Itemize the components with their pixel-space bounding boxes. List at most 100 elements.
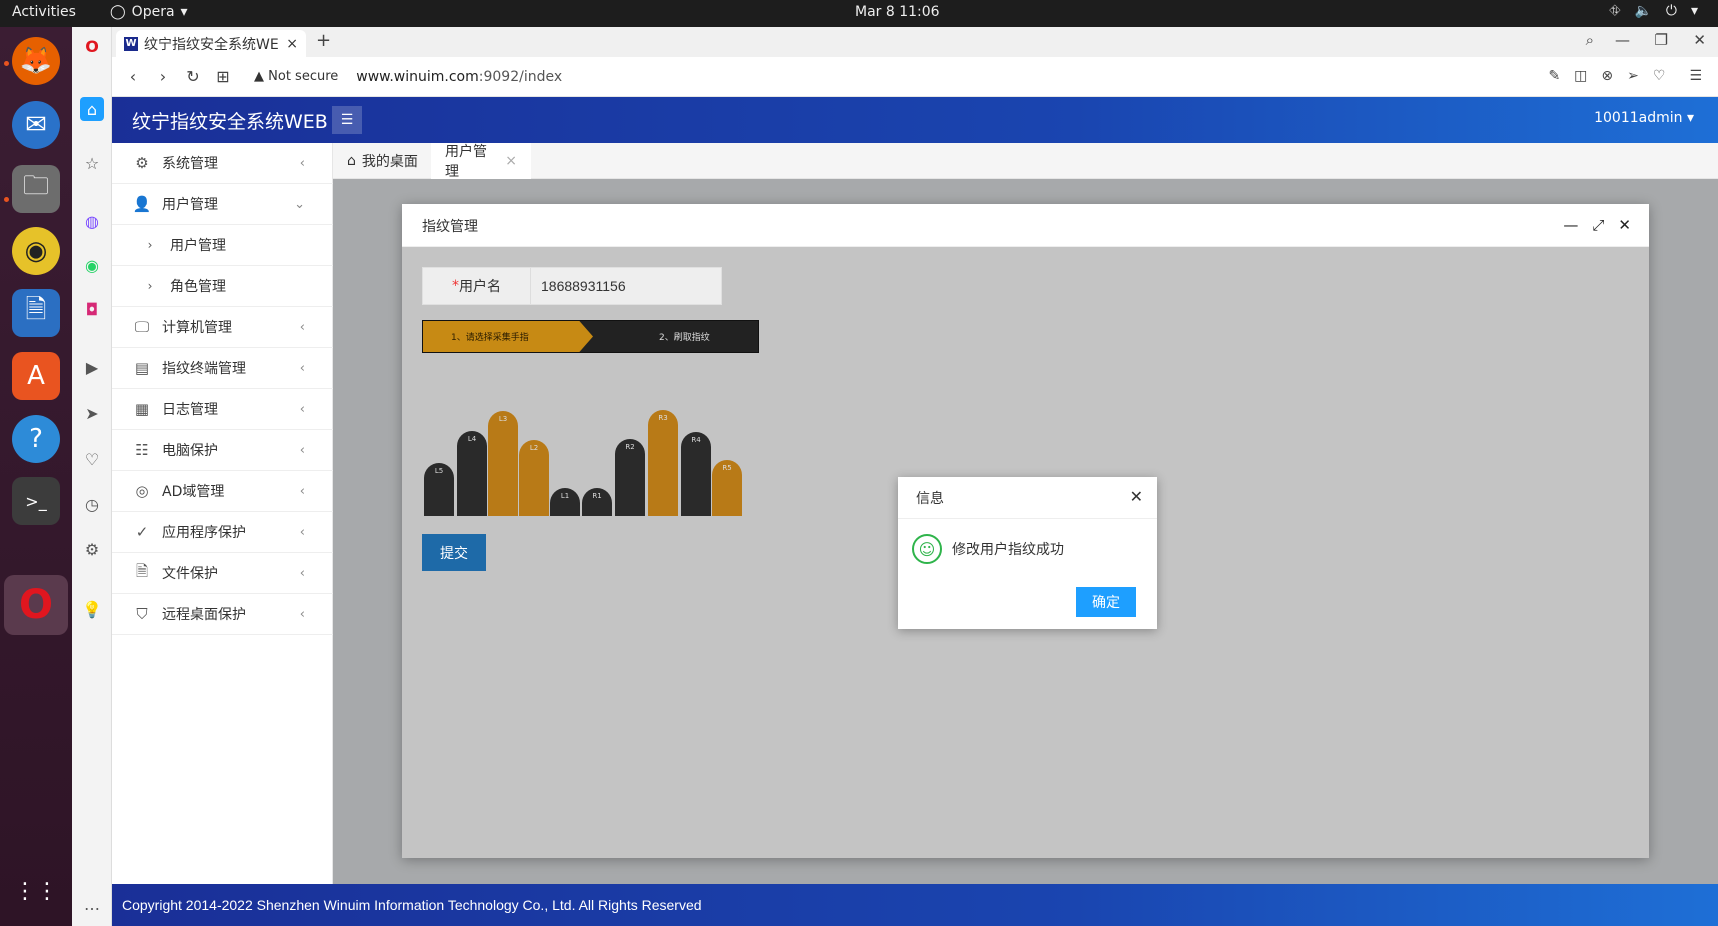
show-apps-icon[interactable]: ⋮⋮ bbox=[12, 867, 60, 915]
system-tray[interactable]: ⛗ 🔈 ⏻ ▾ bbox=[1609, 3, 1698, 19]
thunderbird-icon[interactable]: ✉ bbox=[12, 101, 60, 149]
close-icon[interactable]: × bbox=[505, 153, 517, 169]
send-icon[interactable]: ➤ bbox=[80, 401, 104, 425]
tab-home[interactable]: ⌂ 我的桌面 bbox=[333, 143, 432, 179]
opera-icon: ◯ bbox=[110, 4, 126, 20]
rhythmbox-icon[interactable]: ◉ bbox=[12, 227, 60, 275]
close-tab-icon[interactable]: × bbox=[286, 36, 298, 52]
submenu-item[interactable]: › 角色管理 bbox=[112, 266, 333, 307]
close-window-icon[interactable]: ✕ bbox=[1693, 31, 1706, 49]
finger-r3[interactable]: R3 bbox=[648, 410, 678, 516]
send-icon[interactable]: ➢ bbox=[1627, 68, 1639, 84]
more-icon[interactable]: … bbox=[80, 892, 104, 916]
search-icon[interactable]: ⌕ bbox=[1586, 31, 1594, 49]
username-field[interactable]: 18688931156 bbox=[531, 268, 721, 304]
sidebar-item[interactable]: ☷ 电脑保护 ‹ bbox=[112, 430, 333, 471]
sidebar-item[interactable]: ⚙ 系统管理 ‹ bbox=[112, 143, 333, 184]
finger-l5[interactable]: L5 bbox=[424, 463, 454, 516]
opera-sidebar: O ⌂ ☆ ◍ ◉ ◘ ▶ ➤ ♡ ◷ ⚙ 💡 … bbox=[72, 27, 112, 926]
chevron-icon: ‹ bbox=[299, 442, 305, 458]
security-indicator[interactable]: ▲ Not secure bbox=[254, 69, 338, 84]
sidebar-item[interactable]: ▤ 指纹终端管理 ‹ bbox=[112, 348, 333, 389]
messenger-icon[interactable]: ◍ bbox=[80, 209, 104, 233]
close-icon[interactable]: ✕ bbox=[1618, 216, 1631, 234]
tab-user-management[interactable]: 用户管理 × bbox=[431, 143, 531, 180]
sidebar-item[interactable]: ⛉ 远程桌面保护 ‹ bbox=[112, 594, 333, 635]
reload-icon[interactable]: ↻ bbox=[178, 67, 208, 86]
new-tab-button[interactable]: + bbox=[316, 30, 331, 51]
star-icon[interactable]: ☆ bbox=[80, 151, 104, 175]
chevron-down-icon: ▾ bbox=[180, 4, 188, 20]
heart-icon[interactable]: ♡ bbox=[1653, 68, 1666, 84]
username-row: * 用户名 18688931156 bbox=[422, 267, 722, 305]
os-top-bar: Activities ◯ Opera ▾ Mar 8 11:06 ⛗ 🔈 ⏻ ▾ bbox=[0, 0, 1718, 27]
activities-button[interactable]: Activities bbox=[12, 4, 76, 20]
app-menu-label: Opera bbox=[131, 4, 175, 20]
block-icon[interactable]: ⊗ bbox=[1601, 68, 1613, 84]
network-icon: ⛗ bbox=[1609, 3, 1621, 19]
tabs-grid-icon[interactable]: ⊞ bbox=[208, 67, 238, 86]
close-icon[interactable]: ✕ bbox=[1130, 487, 1143, 506]
ok-button[interactable]: 确定 bbox=[1076, 587, 1136, 617]
firefox-icon[interactable]: 🦊 bbox=[12, 37, 60, 85]
content-tab-bar: ⌂ 我的桌面 用户管理 × bbox=[333, 143, 1718, 180]
modal-controls: — ⤢ ✕ bbox=[1563, 216, 1631, 234]
back-icon[interactable]: ‹ bbox=[118, 67, 148, 86]
restore-icon[interactable]: ❐ bbox=[1655, 31, 1668, 49]
sidebar-item-label: 系统管理 bbox=[162, 156, 218, 172]
finger-r4[interactable]: R4 bbox=[681, 432, 711, 516]
sidebar-item[interactable]: 🗎 文件保护 ‹ bbox=[112, 553, 333, 594]
settings-icon[interactable]: ⚙ bbox=[80, 537, 104, 561]
minimize-icon[interactable]: — bbox=[1563, 216, 1578, 234]
instagram-icon[interactable]: ◘ bbox=[80, 297, 104, 321]
menu-icon: ✓ bbox=[135, 523, 149, 541]
sidebar-item[interactable]: ◎ AD域管理 ‹ bbox=[112, 471, 333, 512]
power-icon: ⏻ bbox=[1665, 3, 1677, 19]
menu-toggle-icon[interactable]: ☰ bbox=[332, 106, 362, 134]
modal-header: 指纹管理 — ⤢ ✕ bbox=[402, 204, 1649, 247]
bulb-icon[interactable]: 💡 bbox=[80, 597, 104, 621]
sidebar-item[interactable]: 🖵 计算机管理 ‹ bbox=[112, 307, 333, 348]
app-menu[interactable]: ◯ Opera ▾ bbox=[110, 4, 188, 20]
sidebar-item[interactable]: 👤 用户管理 ⌄ bbox=[112, 184, 333, 225]
app-center-icon[interactable]: A bbox=[12, 352, 60, 400]
browser-tab[interactable]: W 纹宁指纹安全系统WEB × bbox=[116, 30, 306, 57]
player-icon[interactable]: ▶ bbox=[80, 355, 104, 379]
opera-dock-icon[interactable]: O bbox=[4, 575, 68, 635]
submenu-item[interactable]: › 用户管理 bbox=[112, 225, 333, 266]
sidebar-item[interactable]: ✓ 应用程序保护 ‹ bbox=[112, 512, 333, 553]
easy-setup-icon[interactable]: ☰ bbox=[1689, 68, 1702, 84]
finger-l3[interactable]: L3 bbox=[488, 411, 518, 516]
minimize-icon[interactable]: — bbox=[1615, 31, 1630, 49]
edit-icon[interactable]: ✎ bbox=[1548, 68, 1560, 84]
finger-r2[interactable]: R2 bbox=[615, 439, 645, 516]
opera-logo-icon[interactable]: O bbox=[80, 34, 104, 58]
files-icon[interactable]: 🗀 bbox=[12, 165, 60, 213]
finger-label: R3 bbox=[658, 414, 668, 422]
submit-button[interactable]: 提交 bbox=[422, 534, 486, 571]
chevron-right-icon: › bbox=[147, 279, 153, 293]
finger-l1[interactable]: L1 bbox=[550, 488, 580, 516]
history-icon[interactable]: ◷ bbox=[80, 492, 104, 516]
whatsapp-icon[interactable]: ◉ bbox=[80, 253, 104, 277]
clock[interactable]: Mar 8 11:06 bbox=[855, 4, 940, 20]
home-icon[interactable]: ⌂ bbox=[80, 97, 104, 121]
camera-icon[interactable]: ◫ bbox=[1574, 68, 1587, 84]
finger-l2[interactable]: L2 bbox=[519, 440, 549, 516]
sidebar-item[interactable]: ▦ 日志管理 ‹ bbox=[112, 389, 333, 430]
forward-icon[interactable]: › bbox=[148, 67, 178, 86]
username-label: * 用户名 bbox=[423, 268, 531, 304]
finger-r1[interactable]: R1 bbox=[582, 488, 612, 516]
finger-r5[interactable]: R5 bbox=[712, 460, 742, 516]
chevron-icon: ‹ bbox=[299, 360, 305, 376]
footer: Copyright 2014-2022 Shenzhen Winuim Info… bbox=[112, 884, 1718, 926]
url-field[interactable]: www.winuim.com:9092/index bbox=[356, 69, 562, 85]
writer-icon[interactable]: 🗎 bbox=[12, 289, 60, 337]
terminal-icon[interactable]: >_ bbox=[12, 477, 60, 525]
maximize-icon[interactable]: ⤢ bbox=[1592, 216, 1604, 234]
help-icon[interactable]: ? bbox=[12, 415, 60, 463]
finger-l4[interactable]: L4 bbox=[457, 431, 487, 516]
user-menu[interactable]: 10011admin ▾ bbox=[1594, 110, 1694, 126]
heart-icon[interactable]: ♡ bbox=[80, 447, 104, 471]
menu-icon: 🗎 bbox=[135, 561, 149, 580]
